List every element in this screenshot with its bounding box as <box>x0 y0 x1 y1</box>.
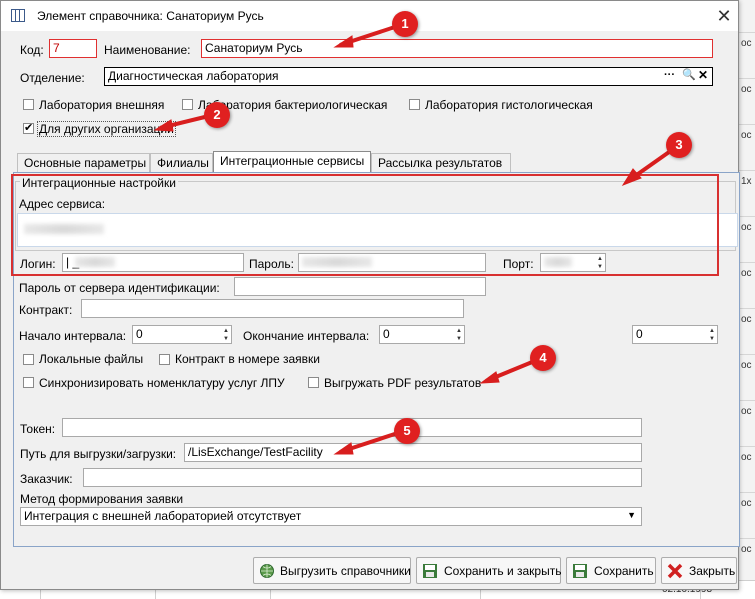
annotation-marker-4: 4 <box>530 345 556 371</box>
annotation-marker-3: 3 <box>666 132 692 158</box>
arrow-5-head <box>333 442 354 455</box>
annotation-marker-5: 5 <box>394 418 420 444</box>
arrow-2-head <box>153 119 174 132</box>
annotation-arrows <box>153 22 681 455</box>
arrow-1-head <box>333 35 354 48</box>
arrow-4-head <box>479 371 500 384</box>
annotation-marker-2: 2 <box>204 102 230 128</box>
annotation-marker-1: 1 <box>392 11 418 37</box>
